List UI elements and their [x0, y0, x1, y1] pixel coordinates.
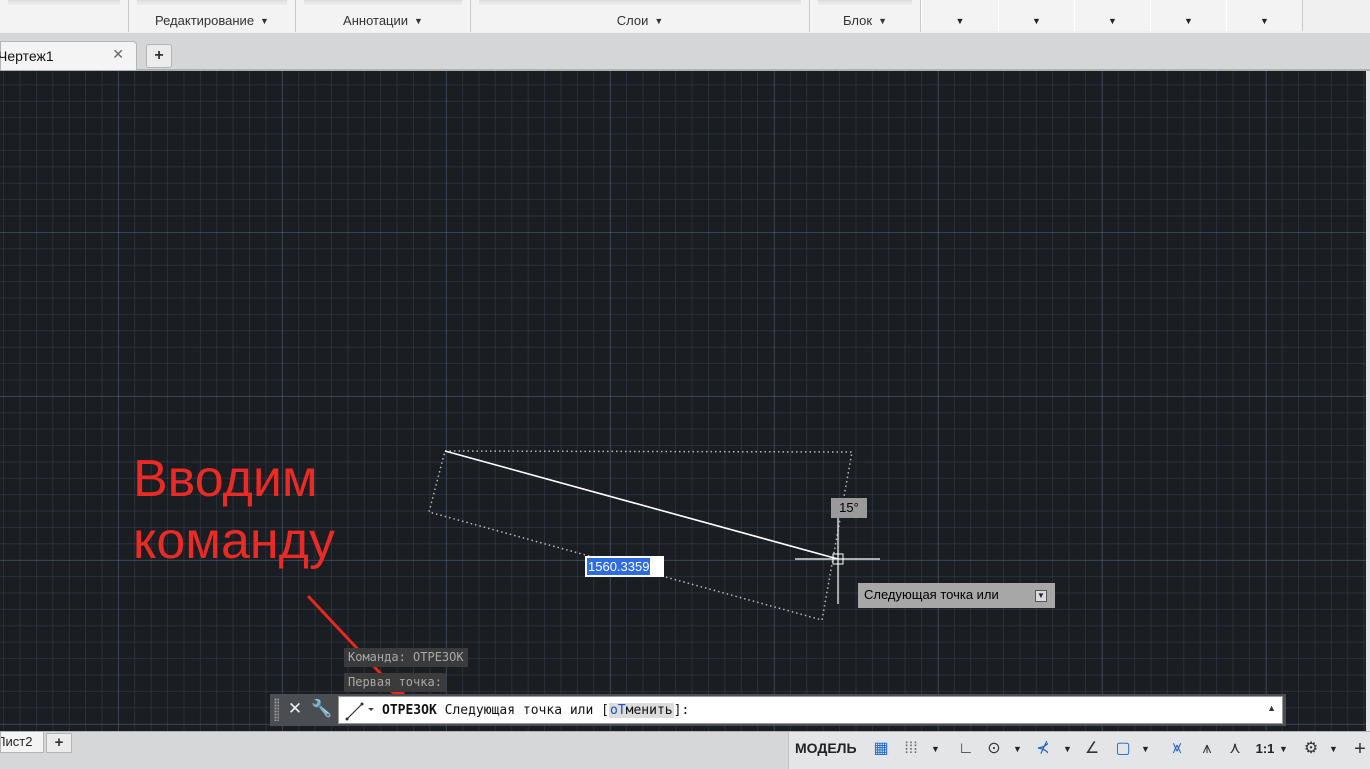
chevron-down-icon[interactable]: ▼	[1329, 744, 1338, 754]
plus-icon[interactable]: +	[1349, 738, 1370, 760]
command-history-line: Первая точка:	[344, 673, 446, 692]
gear-icon[interactable]: ⚙	[1299, 738, 1323, 760]
tab-title: Чертеж1	[0, 48, 54, 64]
drag-handle[interactable]	[274, 698, 279, 721]
status-bar: Лист2 + МОДЕЛЬ ▦ ⁞⁞⁞ ▼ ∟ ⊙ ▼ ⊀ ▼ ∠ ▢ ▼ ⩙…	[0, 731, 1370, 769]
close-icon[interactable]: ✕	[283, 696, 307, 722]
ribbon-panel-layers[interactable]: Слои ▼	[471, 0, 810, 32]
ribbon-panel-modify[interactable]: Редактирование ▼	[129, 0, 296, 32]
ribbon-panel-utilities[interactable]: ▼	[1074, 0, 1151, 31]
rubber-band-box	[428, 450, 853, 621]
polar-tracking-icon[interactable]: ⊙	[983, 738, 1005, 760]
snap-icon[interactable]: ⁞⁞⁞	[899, 738, 923, 760]
command-name: ОТРЕЗОК	[382, 703, 437, 718]
prompt-text: Следующая точка или [	[444, 703, 609, 718]
chevron-down-icon[interactable]: ▼	[1227, 16, 1302, 26]
annotation-text: Вводим команду	[133, 450, 335, 570]
history-toggle-icon[interactable]: ▲	[1267, 703, 1276, 713]
chevron-down-icon[interactable]: ▼	[1013, 744, 1022, 754]
status-toggles: МОДЕЛЬ ▦ ⁞⁞⁞ ▼ ∟ ⊙ ▼ ⊀ ▼ ∠ ▢ ▼ ⩙ ⩚ ⋏ 1:1…	[788, 732, 1370, 769]
ribbon-panel-groups[interactable]: ▼	[998, 0, 1075, 31]
dynamic-distance-input[interactable]: 1560.3359	[585, 556, 664, 577]
ribbon-panel-view[interactable]: ▼	[1226, 0, 1303, 31]
ribbon-panel-label: Слои	[616, 13, 649, 28]
chevron-down-icon[interactable]: ▼	[654, 16, 663, 26]
line-command-icon[interactable]	[343, 700, 377, 722]
chevron-down-icon[interactable]: ▼	[922, 16, 998, 26]
option-label: менить	[625, 703, 673, 718]
scale-value[interactable]: 1:1	[1253, 738, 1277, 760]
drawing-geometry	[306, 450, 880, 704]
ribbon-panel-properties[interactable]: ▼	[921, 0, 999, 31]
layout-tab-label: Лист2	[0, 734, 33, 749]
annotation-scale-icon[interactable]: ⋏	[1223, 738, 1247, 760]
model-space-button[interactable]: МОДЕЛЬ	[795, 740, 857, 756]
line-segment	[444, 450, 839, 560]
autoscale-icon[interactable]: ⩚	[1195, 738, 1219, 760]
chevron-down-icon[interactable]: ▼	[931, 744, 940, 754]
option-undo[interactable]: оТменить	[609, 703, 674, 718]
command-input[interactable]: ОТРЕЗОК Следующая точка или [оТменить]: …	[338, 696, 1283, 724]
chevron-down-icon[interactable]: ▼	[1279, 744, 1288, 754]
ribbon-panel-annotation[interactable]: Аннотации ▼	[296, 0, 471, 32]
canvas-right-edge	[1366, 71, 1370, 731]
chevron-down-icon[interactable]: ▼	[414, 16, 423, 26]
next-point-tooltip: Следующая точка или ▼	[858, 583, 1055, 608]
add-layout-button[interactable]: +	[46, 733, 72, 753]
wrench-icon[interactable]: 🔧	[310, 696, 334, 722]
ribbon-panel-label: Блок	[843, 13, 873, 28]
next-point-label: Следующая точка или	[864, 587, 999, 602]
file-tabs-bar: Чертеж1 ✕ +	[0, 33, 1370, 71]
chevron-down-icon[interactable]: ▼	[1141, 744, 1150, 754]
close-icon[interactable]: ✕	[112, 46, 124, 63]
object-snap-tracking-icon[interactable]: ∠	[1081, 738, 1103, 760]
command-history-line: Команда: ОТРЕЗОК	[344, 648, 468, 667]
ribbon: Редактирование ▼ Аннотации ▼ Слои ▼ Блок ▼ ▼…	[0, 0, 1370, 34]
option-key: оТ	[610, 703, 626, 718]
annotation-visibility-icon[interactable]: ⩙	[1165, 738, 1189, 760]
drawing-canvas[interactable]: 15° 1560.3359 Следующая точка или ▼ Ввод…	[0, 71, 1366, 731]
command-line: ✕ 🔧 ОТРЕЗОК Следующая точка или [оТменит…	[270, 694, 1286, 726]
ribbon-panel-block[interactable]: Блок ▼	[810, 0, 921, 32]
chevron-down-icon[interactable]: ▼	[999, 16, 1074, 26]
chevron-down-icon[interactable]: ▼	[260, 16, 269, 26]
chevron-down-icon[interactable]: ▼	[878, 16, 887, 26]
command-prompt: ОТРЕЗОК Следующая точка или [оТменить]:	[382, 703, 689, 718]
chevron-down-icon[interactable]: ▼	[1151, 16, 1226, 26]
isodraft-icon[interactable]: ⊀	[1029, 738, 1057, 760]
ribbon-panel-label: Редактирование	[155, 13, 255, 28]
new-tab-button[interactable]: +	[146, 44, 172, 68]
distance-value[interactable]: 1560.3359	[587, 558, 651, 575]
grid-icon[interactable]: ▦	[869, 738, 893, 760]
ribbon-panel-draw[interactable]	[0, 0, 129, 32]
object-snap-icon[interactable]: ▢	[1111, 738, 1135, 760]
chevron-down-icon[interactable]: ▼	[1075, 16, 1150, 26]
ribbon-panel-label: Аннотации	[343, 13, 409, 28]
chevron-down-icon[interactable]: ▼	[1063, 744, 1072, 754]
prompt-end: ]:	[673, 703, 690, 718]
tab-drawing1[interactable]: Чертеж1 ✕	[0, 41, 137, 70]
ortho-icon[interactable]: ∟	[955, 738, 977, 760]
tab-layout2[interactable]: Лист2	[0, 732, 44, 753]
angle-tooltip: 15°	[831, 498, 867, 518]
ribbon-panel-clipboard[interactable]: ▼	[1150, 0, 1227, 31]
options-dropdown-icon[interactable]: ▼	[1035, 590, 1047, 602]
